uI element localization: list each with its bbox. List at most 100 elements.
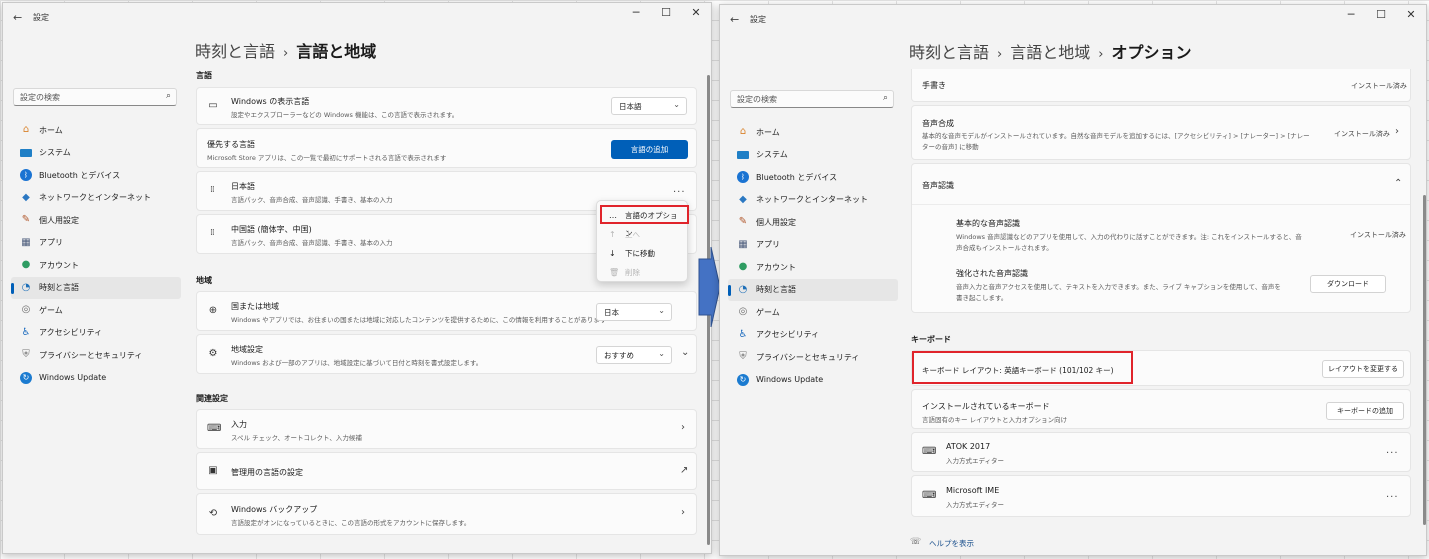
- search-placeholder: 設定の検索: [20, 93, 60, 102]
- search-icon[interactable]: ⌕: [883, 93, 888, 103]
- sidebar-item-label: プライバシーとセキュリティ: [39, 350, 143, 360]
- highlight-box: [600, 205, 689, 224]
- download-button[interactable]: ダウンロード: [1310, 275, 1386, 293]
- sidebar-item-label: アクセシビリティ: [756, 330, 820, 340]
- section-title-region: 地域: [196, 276, 212, 285]
- admin-language-card[interactable]: ▣ 管理用の言語の設定 ↗: [196, 452, 697, 490]
- chevron-down-icon: ⌄: [673, 100, 680, 109]
- sidebar-item-time-language[interactable]: ◔ 時刻と言語: [11, 276, 181, 299]
- dropdown-value: おすすめ: [604, 351, 634, 360]
- breadcrumb-parent[interactable]: 言語と地域: [1010, 43, 1090, 62]
- sidebar-item-personalization[interactable]: ✎ 個人用設定: [728, 211, 898, 234]
- sidebar-item-gaming[interactable]: ◎ ゲーム: [11, 299, 181, 322]
- drag-handle-icon[interactable]: ⁞⁞: [210, 229, 215, 238]
- windows-backup-card[interactable]: ⟲ Windows バックアップ 言語設定がオンになっているときに、この言語の形…: [196, 493, 697, 535]
- more-options-icon[interactable]: ...: [1386, 489, 1399, 500]
- sidebar-item-privacy[interactable]: ⛨ プライバシーとセキュリティ: [11, 344, 181, 367]
- sidebar-item-label: ゲーム: [39, 305, 63, 315]
- sidebar-item-time-language[interactable]: ◔ 時刻と言語: [728, 278, 898, 301]
- add-keyboard-button[interactable]: キーボードの追加: [1326, 402, 1404, 420]
- display-language-title: Windows の表示言語: [231, 97, 310, 106]
- maximize-icon[interactable]: ☐: [657, 6, 675, 19]
- display-language-dropdown[interactable]: 日本語 ⌄: [611, 97, 687, 115]
- accessibility-icon: ♿: [738, 328, 748, 340]
- network-icon: ◆: [22, 191, 30, 203]
- sidebar-item-bluetooth[interactable]: ᛒ Bluetooth とデバイス: [728, 166, 898, 189]
- breadcrumb-parent[interactable]: 時刻と言語: [195, 42, 275, 61]
- sidebar-item-label: ホーム: [39, 125, 63, 135]
- arrow-down-icon: ↓: [609, 249, 616, 258]
- sidebar-item-personalization[interactable]: ✎ 個人用設定: [11, 209, 181, 232]
- chevron-up-icon[interactable]: ⌃: [1394, 178, 1402, 189]
- sidebar-item-label: Windows Update: [756, 375, 824, 385]
- display-language-desc: 設定やエクスプローラーなどの Windows 機能は、この言語で表示されます。: [231, 111, 459, 119]
- expand-chevron-icon[interactable]: ⌄: [681, 347, 689, 358]
- sidebar-item-gaming[interactable]: ◎ ゲーム: [728, 301, 898, 324]
- country-dropdown[interactable]: 日本 ⌄: [596, 303, 672, 321]
- sidebar-item-label: システム: [39, 148, 71, 158]
- handwriting-status: インストール済み: [1351, 82, 1407, 90]
- sidebar-item-system[interactable]: システム: [728, 144, 898, 167]
- sidebar-item-privacy[interactable]: ⛨ プライバシーとセキュリティ: [728, 346, 898, 369]
- sidebar-item-home[interactable]: ⌂ ホーム: [11, 119, 181, 142]
- keyboard-type: 入力方式エディター: [946, 501, 1005, 509]
- text-to-speech-card[interactable]: 音声合成 基本的な音声モデルがインストールされています。自然な音声モデルを追加す…: [911, 105, 1411, 160]
- get-help-link[interactable]: ヘルプを表示: [929, 538, 974, 549]
- system-icon: [20, 148, 32, 157]
- scrollbar[interactable]: [1423, 195, 1426, 525]
- drag-handle-icon[interactable]: ⁞⁞: [210, 186, 215, 195]
- back-arrow-icon[interactable]: ←: [13, 11, 22, 24]
- search-input[interactable]: 設定の検索 ⌕: [730, 90, 894, 108]
- sidebar-item-network[interactable]: ◆ ネットワークとインターネット: [11, 187, 181, 210]
- minimize-icon[interactable]: ─: [627, 6, 645, 19]
- search-input[interactable]: 設定の検索 ⌕: [13, 88, 177, 106]
- sidebar-item-accounts[interactable]: ● アカウント: [728, 256, 898, 279]
- keyboard-name: ATOK 2017: [946, 442, 991, 451]
- change-layout-button[interactable]: レイアウトを変更する: [1322, 360, 1404, 378]
- sidebar-item-system[interactable]: システム: [11, 142, 181, 165]
- sidebar-item-accounts[interactable]: ● アカウント: [11, 254, 181, 277]
- maximize-icon[interactable]: ☐: [1372, 8, 1390, 21]
- regional-format-dropdown[interactable]: おすすめ ⌄: [596, 346, 672, 364]
- sidebar-item-bluetooth[interactable]: ᛒ Bluetooth とデバイス: [11, 164, 181, 187]
- close-icon[interactable]: ✕: [1402, 8, 1420, 21]
- account-icon: ●: [738, 261, 748, 272]
- close-icon[interactable]: ✕: [687, 6, 705, 19]
- sidebar-item-label: 個人用設定: [39, 215, 79, 225]
- sidebar-item-apps[interactable]: ▦ アプリ: [728, 234, 898, 257]
- time-language-icon: ◔: [21, 281, 31, 293]
- title-bar: ← 設定 ─ ☐ ✕: [3, 3, 711, 31]
- search-icon[interactable]: ⌕: [166, 91, 171, 101]
- window-controls: ─ ☐ ✕: [627, 6, 705, 19]
- settings-window-language-options: ← 設定 ─ ☐ ✕ 設定の検索 ⌕ ⌂ ホーム システム ᛒ Bluetooth …: [719, 4, 1427, 556]
- sidebar-item-windows-update[interactable]: ↻ Windows Update: [728, 369, 898, 392]
- game-icon: ◎: [21, 304, 31, 315]
- sidebar-item-accessibility[interactable]: ♿ アクセシビリティ: [728, 324, 898, 347]
- country-region-desc: Windows やアプリでは、お住まいの国または地域に対応したコンテンツを提供す…: [231, 316, 607, 324]
- keyboard-type: 入力方式エディター: [946, 457, 1005, 465]
- menu-item-label: 上へ: [625, 230, 640, 239]
- language-features: 言語パック、音声合成、音声認識、手書き、基本の入力: [231, 196, 393, 204]
- sidebar-item-label: アプリ: [756, 240, 780, 250]
- chevron-right-icon: ›: [283, 46, 289, 61]
- input-settings-card[interactable]: ⌨ 入力 スペル チェック、オートコレクト、入力候補 ›: [196, 409, 697, 449]
- sidebar-item-windows-update[interactable]: ↻ Windows Update: [11, 367, 181, 390]
- back-arrow-icon[interactable]: ←: [730, 13, 739, 26]
- section-title-language: 言語: [196, 71, 212, 80]
- sidebar-item-accessibility[interactable]: ♿ アクセシビリティ: [11, 322, 181, 345]
- sidebar-item-network[interactable]: ◆ ネットワークとインターネット: [728, 189, 898, 212]
- menu-item-move-down[interactable]: ↓ 下に移動: [601, 245, 683, 263]
- more-options-icon[interactable]: ...: [673, 184, 686, 195]
- sidebar-item-label: Windows Update: [39, 373, 107, 383]
- minimize-icon[interactable]: ─: [1342, 8, 1360, 21]
- installed-keyboards-desc: 言語固有のキー レイアウトと入力オプション向け: [922, 416, 1068, 424]
- add-language-button[interactable]: 言語の追加: [611, 140, 688, 159]
- more-options-icon[interactable]: ...: [1386, 445, 1399, 456]
- sidebar-item-label: プライバシーとセキュリティ: [756, 352, 860, 362]
- breadcrumb-root[interactable]: 時刻と言語: [909, 43, 989, 62]
- globe-icon: ⊕: [208, 305, 218, 316]
- sidebar-item-home[interactable]: ⌂ ホーム: [728, 121, 898, 144]
- arrow-up-icon: ↑: [609, 230, 616, 239]
- sidebar-item-apps[interactable]: ▦ アプリ: [11, 232, 181, 255]
- chevron-right-icon: ›: [1098, 47, 1104, 62]
